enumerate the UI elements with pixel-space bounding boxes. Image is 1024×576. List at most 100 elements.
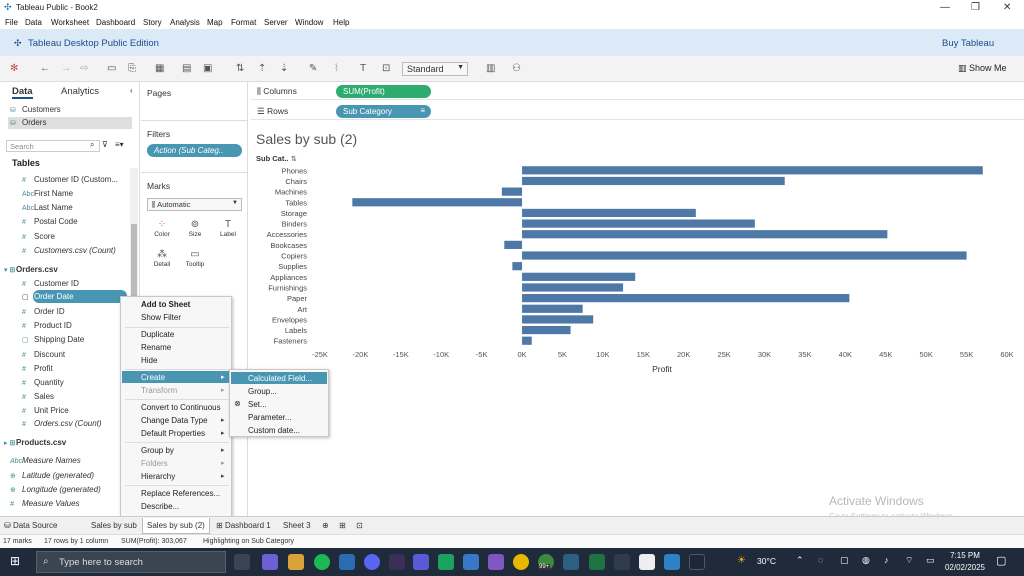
menu-data[interactable]: Data: [25, 18, 42, 27]
minimize-icon[interactable]: —: [940, 2, 950, 13]
new-worksheet-icon[interactable]: ⊕: [322, 521, 329, 530]
spotify-icon[interactable]: [314, 554, 330, 570]
field-profit[interactable]: # Profit: [22, 364, 53, 373]
submenu-group[interactable]: Group...: [248, 387, 277, 396]
bar-tables[interactable]: [352, 198, 523, 207]
volume-icon[interactable]: ♪: [884, 555, 889, 565]
tab-sales-by-sub-2[interactable]: Sales by sub (2): [142, 518, 210, 534]
field-product-id[interactable]: # Product ID: [22, 321, 72, 330]
notion-icon[interactable]: [639, 554, 655, 570]
menu-help[interactable]: Help: [333, 18, 349, 27]
bar-machines[interactable]: [501, 187, 523, 196]
datasource-customers[interactable]: ⛁ Customers: [10, 105, 61, 114]
menu-server[interactable]: Server: [264, 18, 288, 27]
menu-transform[interactable]: Transform: [141, 386, 177, 395]
bar-binders[interactable]: [522, 219, 755, 228]
field-quantity[interactable]: # Quantity: [22, 378, 64, 387]
field-last-name[interactable]: AbcLast Name: [22, 203, 73, 212]
field-customer-id-custom[interactable]: # Customer ID (Custom...: [22, 175, 118, 184]
bar-copiers[interactable]: [522, 251, 967, 260]
table-orders[interactable]: ▾ ⊞Orders.csv: [4, 265, 58, 274]
bar-phones[interactable]: [522, 166, 983, 175]
tab-dashboard-1[interactable]: ⊞ Dashboard 1: [216, 521, 271, 530]
sort-ascending-icon[interactable]: ⇡: [258, 63, 266, 74]
field-customers-count[interactable]: # Customers.csv (Count): [22, 246, 116, 255]
menu-hierarchy[interactable]: Hierarchy: [141, 472, 175, 481]
bar-art[interactable]: [522, 304, 583, 313]
menu-window[interactable]: Window: [295, 18, 323, 27]
submenu-set[interactable]: Set...: [248, 400, 267, 409]
field-longitude[interactable]: ⊕ Longitude (generated): [10, 485, 101, 494]
chevron-up-icon[interactable]: ⌃: [796, 555, 804, 566]
field-customer-id[interactable]: # Customer ID: [22, 279, 79, 288]
notifications-icon[interactable]: ▢: [996, 554, 1006, 567]
menu-replace-references[interactable]: Replace References...: [141, 489, 220, 498]
field-first-name[interactable]: AbcFirst Name: [22, 189, 73, 198]
field-discount[interactable]: # Discount: [22, 350, 65, 359]
fit-select[interactable]: Standard ▼: [402, 62, 468, 76]
submenu-parameter[interactable]: Parameter...: [248, 413, 292, 422]
table-products[interactable]: ▸ ⊞Products.csv: [4, 438, 66, 447]
field-score[interactable]: # Score: [22, 232, 55, 241]
tray-icon[interactable]: ◌: [818, 555, 823, 565]
bar-chairs[interactable]: [522, 176, 785, 186]
view-options-icon[interactable]: ≡▾: [115, 140, 124, 149]
app-icon[interactable]: [413, 554, 429, 570]
menu-dashboard[interactable]: Dashboard: [96, 18, 135, 27]
field-sales[interactable]: # Sales: [22, 392, 54, 401]
maximize-icon[interactable]: ❐: [971, 2, 980, 13]
windows-start-icon[interactable]: ⊞: [10, 554, 20, 568]
undo-icon[interactable]: ←: [40, 63, 50, 74]
columns-pill-sum-profit[interactable]: SUM(Profit): [336, 85, 431, 98]
marks-tooltip-button[interactable]: ▭ Tooltip: [182, 248, 208, 274]
menu-analysis[interactable]: Analysis: [170, 18, 200, 27]
bar-fasteners[interactable]: [522, 336, 532, 345]
submenu-custom-date[interactable]: Custom date...: [248, 426, 300, 435]
marks-label-button[interactable]: T Label: [215, 218, 241, 244]
tab-sheet-3[interactable]: Sheet 3: [283, 521, 311, 530]
tab-data-source[interactable]: ⛁ Data Source: [4, 521, 57, 530]
rows-pill-sub-category[interactable]: Sub Category ≡: [336, 105, 431, 118]
submenu-calculated-field[interactable]: Calculated Field...: [248, 374, 312, 383]
copilot-icon[interactable]: [262, 554, 278, 570]
menu-story[interactable]: Story: [143, 18, 162, 27]
security-icon[interactable]: [614, 554, 630, 570]
menu-describe[interactable]: Describe...: [141, 502, 179, 511]
clock-time[interactable]: 7:15 PM: [946, 551, 984, 560]
sort-icon[interactable]: ⇅: [291, 155, 297, 163]
show-me-button[interactable]: ▥ Show Me: [958, 63, 1007, 74]
bar-furnishings[interactable]: [522, 283, 624, 292]
swap-icon[interactable]: ⇅: [236, 63, 244, 74]
redo-icon[interactable]: →: [61, 63, 71, 74]
tray-icon[interactable]: ▢: [840, 555, 849, 566]
replay-icon[interactable]: ⇨: [80, 63, 88, 74]
battery-icon[interactable]: ▭: [926, 555, 935, 566]
scrollbar-thumb[interactable]: [131, 224, 137, 304]
labels-icon[interactable]: T: [360, 63, 366, 74]
duplicate-sheet-icon[interactable]: ▤: [182, 63, 191, 74]
marks-color-button[interactable]: ⁘ Color: [149, 218, 175, 244]
tab-data[interactable]: Data: [12, 86, 33, 99]
discord-icon[interactable]: [364, 554, 380, 570]
bar-accessories[interactable]: [522, 230, 888, 239]
excel-icon[interactable]: [589, 554, 605, 570]
share-icon[interactable]: ⚇: [512, 63, 521, 74]
app-icon[interactable]: [488, 554, 504, 570]
menu-change-data-type[interactable]: Change Data Type: [141, 416, 208, 425]
new-worksheet-icon[interactable]: ▦: [155, 63, 164, 74]
menu-format[interactable]: Format: [231, 18, 256, 27]
bar-labels[interactable]: [522, 325, 571, 335]
marks-size-button[interactable]: ⊚ Size: [182, 218, 208, 244]
new-datasource-icon[interactable]: ⎘: [128, 63, 136, 74]
tableau-taskbar-icon[interactable]: [563, 554, 579, 570]
new-dashboard-icon[interactable]: ⊞: [339, 521, 346, 530]
filter-pill-action[interactable]: Action (Sub Categ..: [147, 144, 242, 157]
highlight-icon[interactable]: ✎: [309, 63, 317, 74]
app-icon[interactable]: [339, 554, 355, 570]
mark-type-select[interactable]: ⫼ Automatic ▼: [147, 198, 242, 211]
tray-icon[interactable]: ◍: [862, 555, 870, 566]
field-orders-count[interactable]: # Orders.csv (Count): [22, 419, 102, 428]
menu-folders[interactable]: Folders: [141, 459, 168, 468]
bar-envelopes[interactable]: [522, 315, 594, 324]
menu-create[interactable]: Create: [141, 373, 165, 382]
